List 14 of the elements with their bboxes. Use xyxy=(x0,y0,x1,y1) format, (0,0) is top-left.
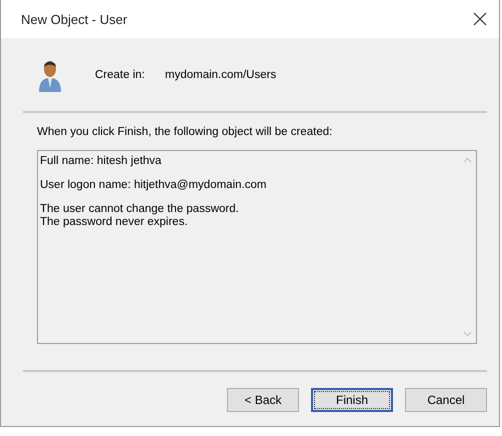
summary-line: The user cannot change the password. xyxy=(40,203,240,216)
intro-text: When you click Finish, the following object will be created: xyxy=(37,126,334,138)
summary-line: The password never expires. xyxy=(40,216,189,229)
dialog-button[interactable]: Cancel xyxy=(405,388,487,412)
summary-line: User logon name: hitjethva@mydomain.com xyxy=(40,179,268,192)
dialog-button[interactable]: < Back xyxy=(227,388,299,412)
dialog-button[interactable]: Finish xyxy=(311,388,393,412)
container-path: mydomain.com/Users xyxy=(165,68,276,80)
create-in-label: Create in: xyxy=(95,68,146,80)
scroll-up-icon[interactable] xyxy=(463,157,472,163)
close-icon[interactable] xyxy=(473,12,487,26)
scroll-down-icon[interactable] xyxy=(463,331,472,337)
summary-line: Full name: hitesh jethva xyxy=(40,155,162,168)
window-title: New Object - User xyxy=(21,12,128,26)
